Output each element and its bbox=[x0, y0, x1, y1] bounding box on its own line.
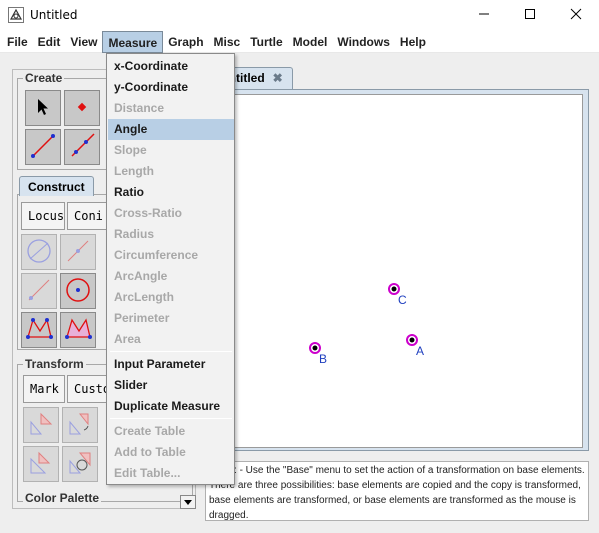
arrow-pointer-icon bbox=[35, 98, 51, 119]
menu-item-radius[interactable]: Radius bbox=[108, 224, 234, 245]
menu-item-ratio[interactable]: Ratio bbox=[108, 182, 234, 203]
polygon-tool[interactable] bbox=[21, 312, 57, 348]
close-icon bbox=[570, 8, 582, 23]
maximize-button[interactable] bbox=[507, 0, 553, 31]
menu-view[interactable]: View bbox=[65, 31, 102, 53]
segment-tool[interactable] bbox=[25, 129, 61, 165]
menu-item-arclength[interactable]: ArcLength bbox=[108, 287, 234, 308]
point-icon bbox=[77, 101, 87, 115]
menu-item-slider[interactable]: Slider bbox=[108, 375, 234, 396]
segment-icon bbox=[29, 132, 57, 163]
points-layer bbox=[309, 283, 418, 354]
circle-icon bbox=[25, 237, 53, 268]
custom-button[interactable]: Custo bbox=[67, 375, 107, 403]
polygon-icon bbox=[25, 315, 53, 346]
menu-item-arcangle[interactable]: ArcAngle bbox=[108, 266, 234, 287]
point-tool[interactable] bbox=[64, 90, 100, 126]
measure-menu: x-Coordinate y-Coordinate Distance Angle… bbox=[106, 53, 235, 485]
sketch-canvas[interactable]: C B A bbox=[211, 94, 583, 448]
reflect-icon bbox=[66, 449, 94, 480]
minimize-button[interactable] bbox=[461, 0, 507, 31]
circle-tool-disabled[interactable] bbox=[21, 234, 57, 270]
menu-edit[interactable]: Edit bbox=[33, 31, 66, 53]
window-title: Untitled bbox=[30, 8, 78, 22]
menu-item-duplicate-measure[interactable]: Duplicate Measure bbox=[108, 396, 234, 417]
menu-item-length[interactable]: Length bbox=[108, 161, 234, 182]
menu-item-y-coordinate[interactable]: y-Coordinate bbox=[108, 77, 234, 98]
dilate-tool[interactable] bbox=[23, 446, 59, 482]
app-icon bbox=[8, 7, 24, 23]
ray-tool[interactable] bbox=[64, 129, 100, 165]
menu-help[interactable]: Help bbox=[395, 31, 431, 53]
mark-button[interactable]: Mark bbox=[23, 375, 65, 403]
menu-misc[interactable]: Misc bbox=[209, 31, 246, 53]
rotate-icon bbox=[66, 410, 94, 441]
conic-button[interactable]: Coni bbox=[67, 202, 107, 230]
point-label-c: C bbox=[398, 293, 407, 307]
color-palette-toggle[interactable] bbox=[180, 495, 196, 509]
menu-item-create-table[interactable]: Create Table bbox=[108, 421, 234, 442]
chevron-down-icon bbox=[184, 495, 192, 509]
minimize-icon bbox=[478, 8, 490, 23]
ray-icon bbox=[68, 132, 96, 163]
transform-group-title: Transform bbox=[23, 357, 86, 371]
menu-item-circumference[interactable]: Circumference bbox=[108, 245, 234, 266]
menu-item-slope[interactable]: Slope bbox=[108, 140, 234, 161]
locus-button[interactable]: Locus bbox=[21, 202, 65, 230]
create-group-title: Create bbox=[23, 71, 65, 85]
menu-item-distance[interactable]: Distance bbox=[108, 98, 234, 119]
menu-bar: File Edit View Measure Graph Misc Turtle… bbox=[0, 30, 599, 53]
tab-construct[interactable]: Construct bbox=[19, 176, 94, 196]
dilate-icon bbox=[27, 449, 55, 480]
polygon-interior-tool[interactable] bbox=[60, 312, 96, 348]
menu-item-add-to-table[interactable]: Add to Table bbox=[108, 442, 234, 463]
menu-item-perimeter[interactable]: Perimeter bbox=[108, 308, 234, 329]
menu-item-area[interactable]: Area bbox=[108, 329, 234, 350]
rotate-tool[interactable] bbox=[62, 407, 98, 443]
parallel-line-icon bbox=[64, 237, 92, 268]
menu-model[interactable]: Model bbox=[288, 31, 333, 53]
sketch-frame: C B A bbox=[205, 89, 589, 451]
parallel-tool-disabled[interactable] bbox=[60, 234, 96, 270]
select-tool[interactable] bbox=[25, 90, 61, 126]
circle-center-icon bbox=[64, 276, 92, 307]
translate-icon bbox=[27, 410, 55, 441]
maximize-icon bbox=[524, 8, 536, 23]
menu-item-edit-table[interactable]: Edit Table... bbox=[108, 463, 234, 484]
menu-graph[interactable]: Graph bbox=[163, 31, 208, 53]
menu-separator bbox=[110, 418, 232, 419]
menu-separator bbox=[110, 351, 232, 352]
main-area: Create Construct Locus Coni Transform Ma… bbox=[0, 53, 599, 533]
menu-item-x-coordinate[interactable]: x-Coordinate bbox=[108, 56, 234, 77]
polygon-fill-icon bbox=[64, 315, 92, 346]
translate-tool[interactable] bbox=[23, 407, 59, 443]
close-tab-icon[interactable]: ✖ bbox=[273, 71, 283, 85]
color-palette-title: Color Palette bbox=[23, 491, 102, 505]
circle-by-center-tool[interactable] bbox=[60, 273, 96, 309]
perpendicular-line-icon bbox=[25, 276, 53, 307]
perpendicular-tool-disabled[interactable] bbox=[21, 273, 57, 309]
menu-measure[interactable]: Measure bbox=[102, 30, 164, 53]
point-label-b: B bbox=[319, 352, 328, 366]
menu-windows[interactable]: Windows bbox=[332, 31, 395, 53]
menu-item-angle[interactable]: Angle bbox=[108, 119, 234, 140]
help-text-area: Menu: - Use the "Base" menu to set the a… bbox=[205, 461, 589, 521]
menu-turtle[interactable]: Turtle bbox=[245, 31, 287, 53]
title-bar: Untitled bbox=[0, 0, 599, 31]
menu-item-input-parameter[interactable]: Input Parameter bbox=[108, 354, 234, 375]
close-button[interactable] bbox=[553, 0, 599, 31]
menu-file[interactable]: File bbox=[2, 31, 33, 53]
menu-item-cross-ratio[interactable]: Cross-Ratio bbox=[108, 203, 234, 224]
reflect-tool[interactable] bbox=[62, 446, 98, 482]
point-label-a: A bbox=[416, 344, 425, 358]
